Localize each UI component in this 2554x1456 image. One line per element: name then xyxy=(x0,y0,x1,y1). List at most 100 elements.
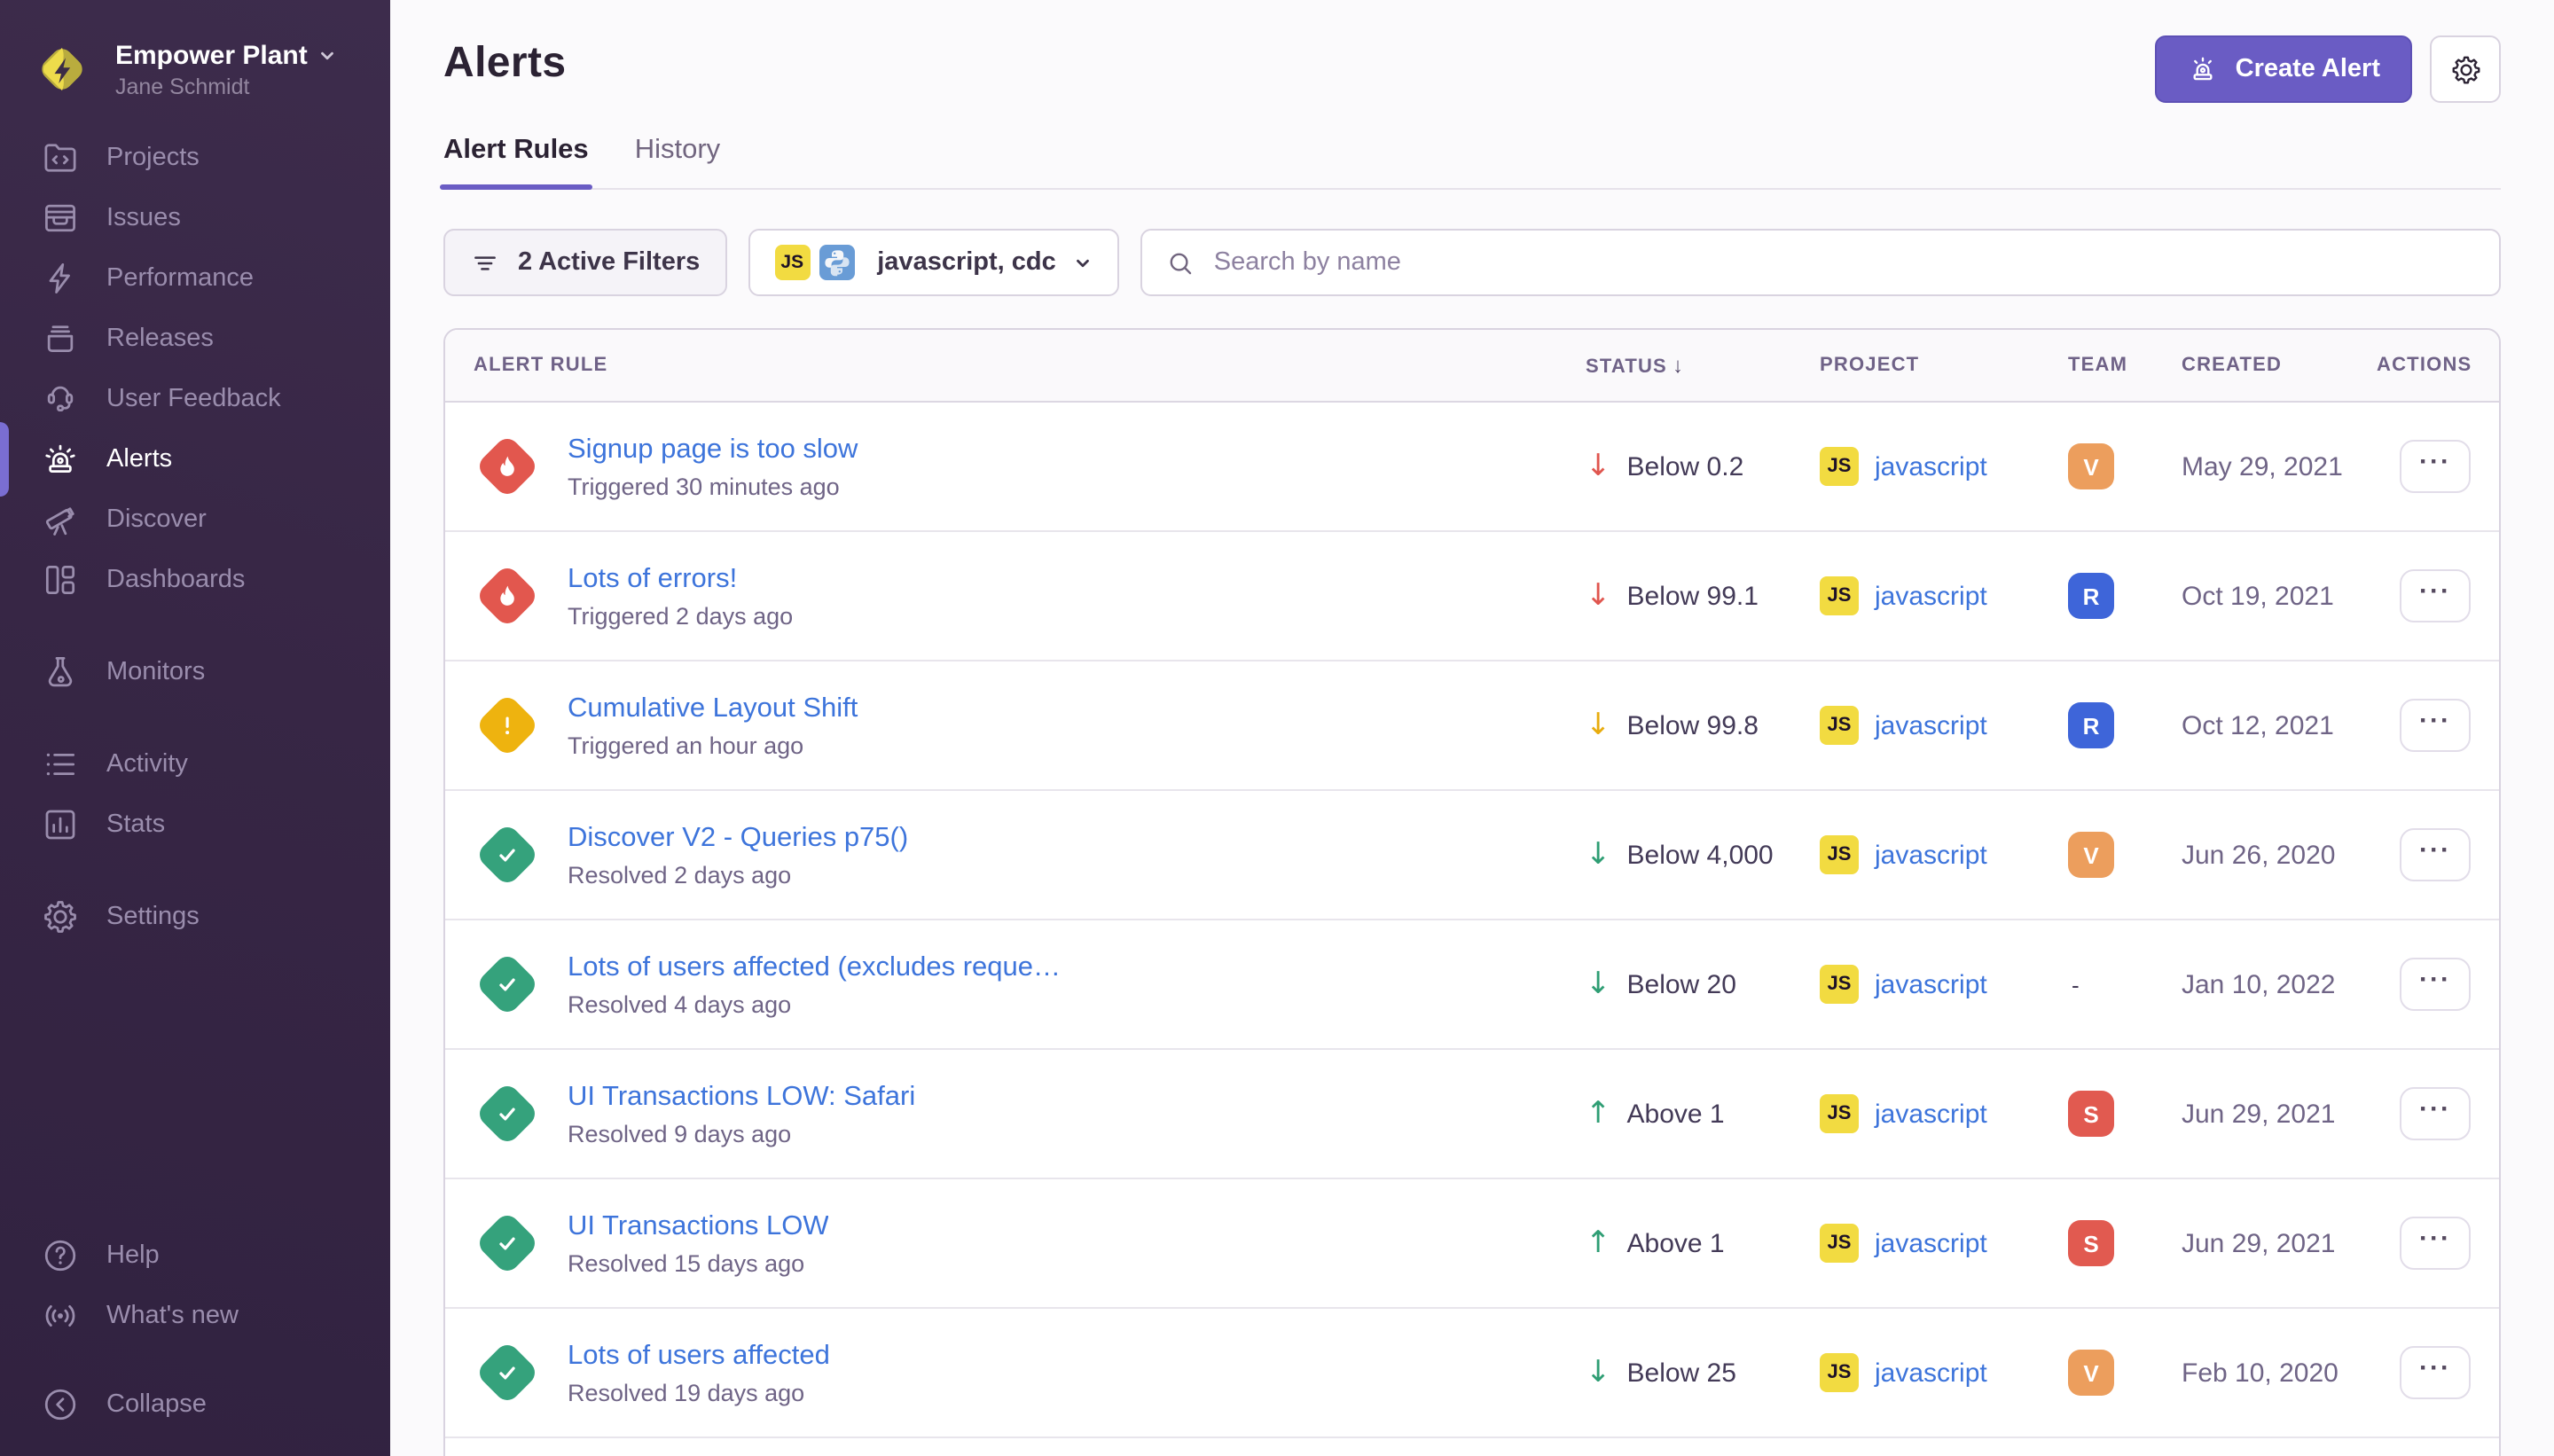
alert-rule-link[interactable]: Cumulative Layout Shift xyxy=(568,693,858,724)
create-alert-button[interactable]: Create Alert xyxy=(2156,35,2412,103)
project-link[interactable]: javascript xyxy=(1875,1099,1987,1129)
sidebar-item-activity[interactable]: Activity xyxy=(0,734,390,795)
project-link[interactable]: javascript xyxy=(1875,581,1987,611)
lightning-icon xyxy=(41,259,80,298)
sidebar-item-discover[interactable]: Discover xyxy=(0,489,390,550)
team-badge: - xyxy=(2068,961,2182,1007)
created-date: Jun 29, 2021 xyxy=(2182,1099,2377,1129)
status-value: Below 25 xyxy=(1627,1358,1736,1388)
help-icon xyxy=(41,1236,80,1275)
alert-rule-link[interactable]: Signup page is too slow xyxy=(568,434,858,466)
team-badge: V xyxy=(2068,1350,2114,1396)
project-link[interactable]: javascript xyxy=(1875,840,1987,870)
project-link[interactable]: javascript xyxy=(1875,451,1987,481)
sidebar-item-user-feedback[interactable]: User Feedback xyxy=(0,369,390,429)
trend-arrow-icon: ↓ xyxy=(1586,840,1611,870)
alert-rule-link[interactable]: UI Transactions LOW xyxy=(568,1210,829,1242)
team-badge: R xyxy=(2068,702,2114,748)
broadcast-icon xyxy=(41,1296,80,1335)
filter-bar: 2 Active Filters JS javascript, cdc xyxy=(443,229,2501,296)
column-header-project[interactable]: Project xyxy=(1820,355,2068,376)
active-filters-button[interactable]: 2 Active Filters xyxy=(443,229,726,296)
column-header-team[interactable]: Team xyxy=(2068,355,2182,376)
alert-severity-icon xyxy=(474,1080,541,1147)
trend-arrow-icon: ↑ xyxy=(1586,1099,1611,1129)
sidebar-item-help[interactable]: Help xyxy=(0,1225,390,1286)
issues-icon xyxy=(41,199,80,238)
table-row: UI Transactions LOW Resolved 15 days ago… xyxy=(445,1179,2499,1309)
column-header-status[interactable]: Status↓ xyxy=(1586,353,1820,378)
column-header-alert-rule[interactable]: Alert Rule xyxy=(474,355,1586,376)
javascript-icon: JS xyxy=(1820,447,1859,486)
row-actions-button[interactable]: ··· xyxy=(2400,1346,2471,1399)
column-header-created[interactable]: Created xyxy=(2182,355,2377,376)
sidebar-item-dashboards[interactable]: Dashboards xyxy=(0,550,390,610)
status-value: Below 4,000 xyxy=(1627,840,1774,870)
alert-rule-link[interactable]: Lots of errors! xyxy=(568,563,793,595)
user-name: Jane Schmidt xyxy=(115,74,338,98)
sidebar-item-performance[interactable]: Performance xyxy=(0,248,390,309)
tab-bar: Alert Rules History xyxy=(443,135,2501,190)
alert-rule-subtext: Triggered 2 days ago xyxy=(568,602,793,629)
alert-rule-subtext: Resolved 19 days ago xyxy=(568,1379,830,1405)
created-date: Oct 12, 2021 xyxy=(2182,710,2377,740)
alert-rule-subtext: Triggered 30 minutes ago xyxy=(568,473,858,499)
alert-rule-link[interactable]: UI Transactions LOW: Safari xyxy=(568,1081,915,1113)
row-actions-button[interactable]: ··· xyxy=(2400,1087,2471,1140)
alert-rule-subtext: Resolved 2 days ago xyxy=(568,861,908,888)
alert-rule-subtext: Triggered an hour ago xyxy=(568,732,858,758)
alert-severity-icon xyxy=(474,951,541,1018)
sidebar-item-issues[interactable]: Issues xyxy=(0,188,390,248)
sidebar-item-settings[interactable]: Settings xyxy=(0,887,390,947)
row-actions-button[interactable]: ··· xyxy=(2400,958,2471,1011)
project-link[interactable]: javascript xyxy=(1875,710,1987,740)
table-row: Lots of users affected Resolved 19 days … xyxy=(445,1309,2499,1438)
row-actions-button[interactable]: ··· xyxy=(2400,569,2471,622)
status-value: Above 1 xyxy=(1627,1099,1725,1129)
sidebar-item-monitors[interactable]: Monitors xyxy=(0,642,390,702)
alert-severity-icon xyxy=(474,821,541,888)
row-actions-button[interactable]: ··· xyxy=(2400,699,2471,752)
project-link[interactable]: javascript xyxy=(1875,1358,1987,1388)
sidebar-collapse-button[interactable]: Collapse xyxy=(0,1374,390,1435)
sidebar-nav: Projects Issues Performance Releases Use… xyxy=(0,128,390,947)
table-header: Alert Rule Status↓ Project Team Created … xyxy=(445,330,2499,403)
row-actions-button[interactable]: ··· xyxy=(2400,1217,2471,1270)
sidebar-item-releases[interactable]: Releases xyxy=(0,309,390,369)
project-link[interactable]: javascript xyxy=(1875,1228,1987,1258)
row-actions-button[interactable]: ··· xyxy=(2400,828,2471,881)
settings-button[interactable] xyxy=(2430,35,2501,103)
project-selector[interactable]: JS javascript, cdc xyxy=(748,229,1120,296)
org-logo-icon xyxy=(32,39,92,99)
sort-arrow-icon: ↓ xyxy=(1673,353,1684,378)
project-link[interactable]: javascript xyxy=(1875,969,1987,999)
tab-alert-rules[interactable]: Alert Rules xyxy=(443,135,589,188)
sidebar-item-alerts[interactable]: Alerts xyxy=(0,429,390,489)
siren-icon xyxy=(2188,53,2220,85)
alert-rule-link[interactable]: Lots of users affected (excludes reque… xyxy=(568,951,1061,983)
org-switcher[interactable]: Empower Plant Jane Schmidt xyxy=(0,25,390,128)
table-row: Discover V2 - Queries p75() Resolved 2 d… xyxy=(445,791,2499,920)
team-badge: R xyxy=(2068,573,2114,619)
javascript-icon: JS xyxy=(1820,706,1859,745)
javascript-icon: JS xyxy=(1820,1094,1859,1133)
row-actions-button[interactable]: ··· xyxy=(2400,440,2471,493)
sidebar-item-stats[interactable]: Stats xyxy=(0,795,390,855)
tab-history[interactable]: History xyxy=(635,135,720,188)
alert-rule-link[interactable]: Lots of users affected xyxy=(568,1340,830,1372)
flask-icon xyxy=(41,653,80,692)
sidebar-item-projects[interactable]: Projects xyxy=(0,128,390,188)
search-icon xyxy=(1166,247,1196,278)
collapse-circle-icon xyxy=(41,1385,80,1424)
alert-severity-icon xyxy=(474,692,541,759)
alert-rules-table: Alert Rule Status↓ Project Team Created … xyxy=(443,328,2501,1456)
sidebar-item-whats-new[interactable]: What's new xyxy=(0,1286,390,1346)
created-date: Jun 29, 2021 xyxy=(2182,1228,2377,1258)
search-input[interactable] xyxy=(1214,248,2476,277)
list-icon xyxy=(41,745,80,784)
status-value: Below 99.8 xyxy=(1627,710,1759,740)
alert-rule-link[interactable]: Discover V2 - Queries p75() xyxy=(568,822,908,854)
dashboard-grid-icon xyxy=(41,560,80,599)
alert-severity-icon xyxy=(474,433,541,500)
alert-severity-icon xyxy=(474,1209,541,1277)
